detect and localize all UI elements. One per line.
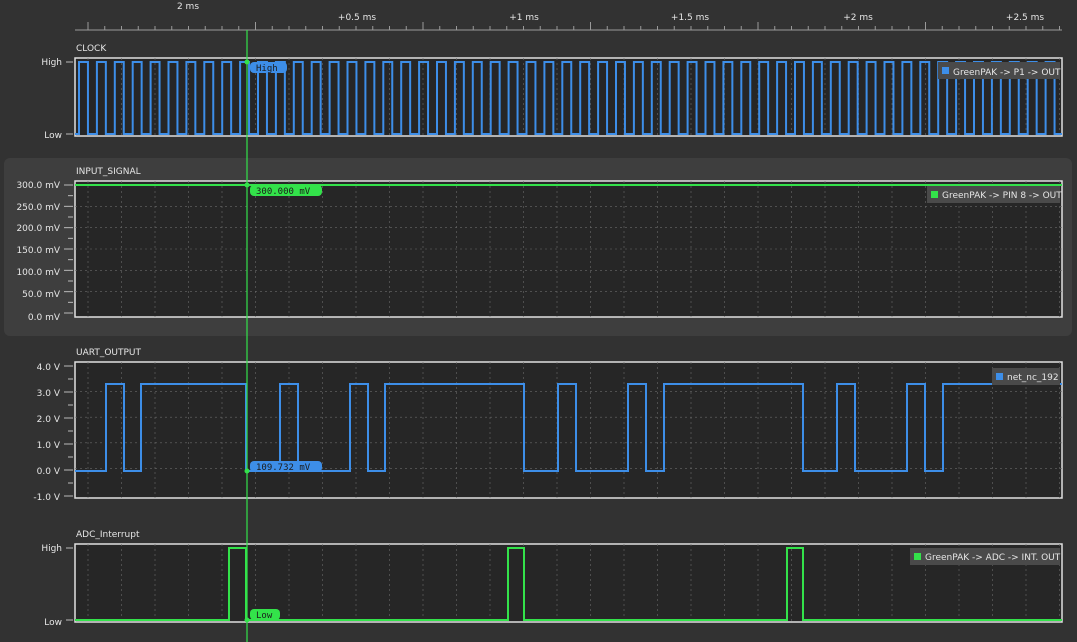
waveform-viewer: 2 ms +0.5 ms +1 ms +1.5 ms +2 ms +2.5 ms… xyxy=(4,2,1072,642)
legend[interactable]: GreenPAK -> ADC -> INT. OUT xyxy=(910,548,1061,565)
time-axis: 2 ms +0.5 ms +1 ms +1.5 ms +2 ms +2.5 ms xyxy=(75,2,1062,31)
cursor-marker xyxy=(244,617,250,623)
y-label: 300.0 mV xyxy=(16,181,60,191)
y-label: 1.0 V xyxy=(37,441,61,451)
y-label: 150.0 mV xyxy=(16,246,60,256)
legend-swatch xyxy=(996,373,1003,380)
y-label: High xyxy=(41,544,62,554)
clock-panel[interactable]: CLOCK High Low GreenPAK -> P1 -> OUT Hig… xyxy=(41,44,1063,141)
y-axis: 4.0 V 3.0 V 2.0 V 1.0 V 0.0 V -1.0 V xyxy=(33,363,73,503)
legend-swatch xyxy=(914,553,921,560)
panel-title: INPUT_SIGNAL xyxy=(76,167,141,177)
legend-swatch xyxy=(931,191,938,198)
time-axis-start-label: 2 ms xyxy=(177,2,199,12)
y-label: 3.0 V xyxy=(37,389,61,399)
time-axis-tick-label: +1.5 ms xyxy=(671,13,709,23)
cursor-value: 109.732 mV xyxy=(256,463,311,473)
cursor-marker xyxy=(244,468,250,474)
y-label: 0.0 mV xyxy=(28,313,61,323)
legend-label: net_nc_192 xyxy=(1007,373,1059,383)
y-axis: High Low xyxy=(41,544,73,628)
time-axis-tick-label: +0.5 ms xyxy=(338,13,376,23)
cursor-readout: 109.732 mV xyxy=(250,461,322,473)
cursor-value: Low xyxy=(256,611,273,621)
y-axis: High Low xyxy=(41,58,73,141)
legend[interactable]: GreenPAK -> PIN 8 -> OUT xyxy=(927,186,1062,203)
plot-area[interactable] xyxy=(74,361,1063,499)
input-signal-panel[interactable]: INPUT_SIGNAL 300.0 mV 250.0 mV 200.0 mV … xyxy=(4,158,1072,336)
cursor-readout: 300.000 mV xyxy=(250,185,322,197)
y-label: 200.0 mV xyxy=(16,224,60,234)
legend[interactable]: GreenPAK -> P1 -> OUT xyxy=(938,62,1061,79)
y-label: Low xyxy=(44,618,62,628)
legend-label: GreenPAK -> ADC -> INT. OUT xyxy=(925,553,1061,563)
cursor-value: 300.000 mV xyxy=(256,187,311,197)
y-label: 4.0 V xyxy=(37,363,61,373)
cursor-marker xyxy=(244,182,250,188)
panel-title: ADC_Interrupt xyxy=(76,530,140,540)
y-label: 100.0 mV xyxy=(16,268,60,278)
legend-swatch xyxy=(942,67,949,74)
y-label: -1.0 V xyxy=(33,493,60,503)
y-label: 0.0 V xyxy=(37,467,61,477)
cursor-readout: Low xyxy=(250,609,280,621)
y-label: High xyxy=(41,58,62,68)
y-label: Low xyxy=(44,131,62,141)
panel-title: CLOCK xyxy=(76,44,107,54)
panel-title: UART_OUTPUT xyxy=(76,348,142,358)
time-axis-tick-label: +2 ms xyxy=(843,13,873,23)
legend[interactable]: net_nc_192 xyxy=(992,368,1060,385)
y-label: 250.0 mV xyxy=(16,203,60,213)
time-axis-tick-label: +2.5 ms xyxy=(1006,13,1044,23)
cursor-readout: High xyxy=(250,62,287,74)
cursor-value: High xyxy=(256,64,278,74)
cursor-marker xyxy=(244,59,250,65)
legend-label: GreenPAK -> P1 -> OUT xyxy=(953,68,1061,78)
time-axis-tick-label: +1 ms xyxy=(509,13,539,23)
adc-interrupt-panel[interactable]: ADC_Interrupt High Low GreenPAK -> ADC -… xyxy=(41,530,1063,628)
legend-label: GreenPAK -> PIN 8 -> OUT xyxy=(942,191,1062,201)
plot-area[interactable] xyxy=(74,180,1063,318)
y-label: 50.0 mV xyxy=(22,290,61,300)
uart-output-panel[interactable]: UART_OUTPUT 4.0 V 3.0 V 2.0 V 1.0 V 0.0 … xyxy=(33,348,1063,503)
y-label: 2.0 V xyxy=(37,415,61,425)
